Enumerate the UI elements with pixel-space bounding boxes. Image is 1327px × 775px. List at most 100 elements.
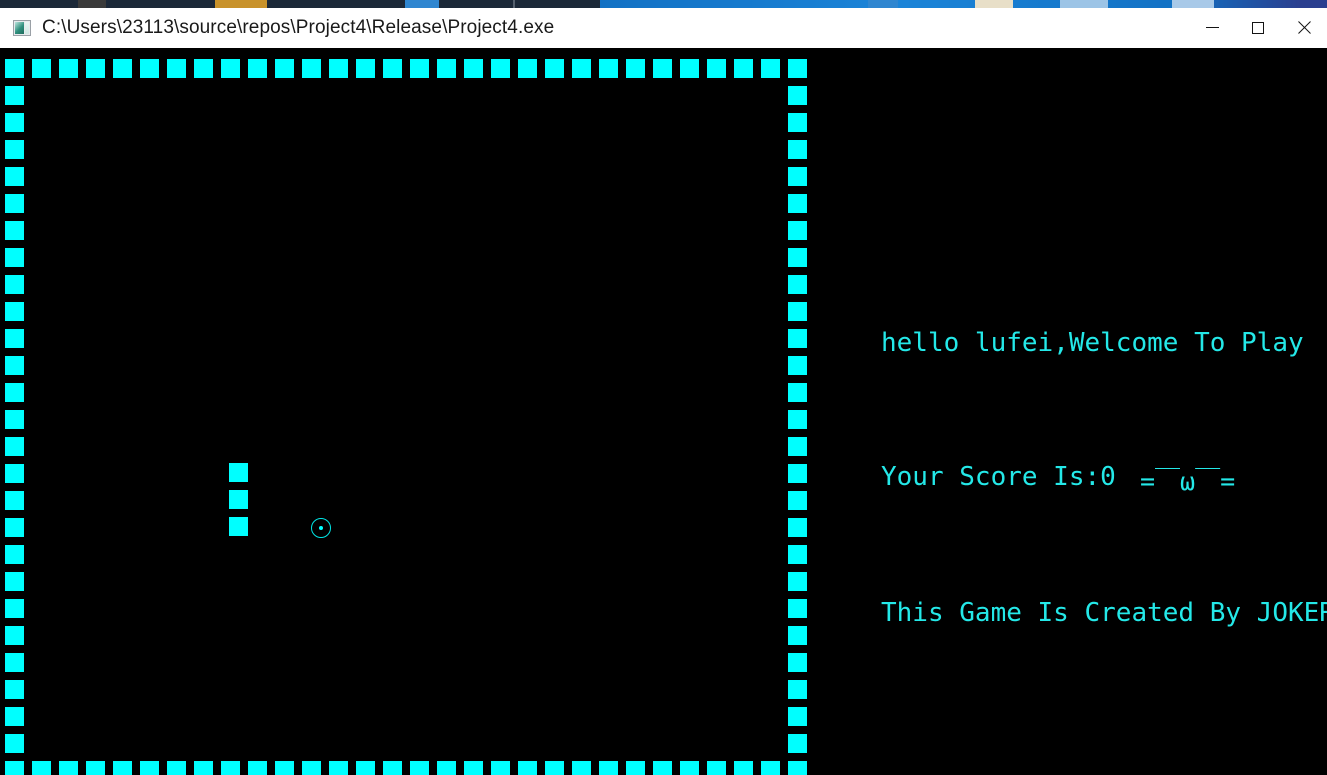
wall-block xyxy=(410,59,429,78)
close-icon xyxy=(1297,21,1311,35)
wall-block xyxy=(113,761,132,775)
wall-block xyxy=(140,761,159,775)
wall-block xyxy=(545,761,564,775)
wall-block xyxy=(788,194,807,213)
snake-segment xyxy=(229,463,248,482)
wall-block xyxy=(5,437,24,456)
wall-block xyxy=(788,599,807,618)
wall-block xyxy=(734,59,753,78)
wall-block xyxy=(5,86,24,105)
background-window-accent xyxy=(868,0,898,8)
console-app-icon xyxy=(13,19,31,36)
wall-block xyxy=(5,356,24,375)
kaomoji-face: =￣ω￣= xyxy=(1140,467,1236,496)
wall-block xyxy=(5,140,24,159)
wall-block xyxy=(410,761,429,775)
wall-block xyxy=(275,761,294,775)
wall-block xyxy=(140,59,159,78)
minimize-button[interactable] xyxy=(1189,8,1235,47)
wall-block xyxy=(194,59,213,78)
wall-block xyxy=(113,59,132,78)
wall-block xyxy=(788,221,807,240)
minimize-icon xyxy=(1205,27,1219,28)
wall-block xyxy=(680,59,699,78)
wall-block xyxy=(653,761,672,775)
wall-block xyxy=(5,59,24,78)
snake-segment xyxy=(229,490,248,509)
wall-block xyxy=(356,59,375,78)
wall-block xyxy=(5,329,24,348)
background-window-accent xyxy=(513,0,515,8)
window-title: C:\Users\23113\source\repos\Project4\Rel… xyxy=(42,16,555,38)
wall-block xyxy=(383,761,402,775)
maximize-icon xyxy=(1252,21,1264,34)
maximize-button[interactable] xyxy=(1235,8,1281,47)
wall-block xyxy=(788,464,807,483)
wall-block xyxy=(788,248,807,267)
wall-block xyxy=(5,221,24,240)
title-bar[interactable]: C:\Users\23113\source\repos\Project4\Rel… xyxy=(0,8,1327,48)
wall-block xyxy=(329,59,348,78)
wall-block xyxy=(788,707,807,726)
wall-block xyxy=(788,545,807,564)
wall-block xyxy=(302,59,321,78)
wall-block xyxy=(788,383,807,402)
wall-block xyxy=(5,167,24,186)
wall-block xyxy=(788,626,807,645)
wall-block xyxy=(788,86,807,105)
wall-block xyxy=(788,680,807,699)
wall-block xyxy=(248,761,267,775)
wall-block xyxy=(788,572,807,591)
wall-block xyxy=(788,329,807,348)
wall-block xyxy=(788,275,807,294)
wall-block xyxy=(680,761,699,775)
wall-block xyxy=(5,626,24,645)
game-canvas[interactable]: hello lufei,Welcome To Play Your Score I… xyxy=(0,48,1327,775)
wall-block xyxy=(788,734,807,753)
wall-block xyxy=(5,707,24,726)
wall-block xyxy=(545,59,564,78)
background-window-accent xyxy=(975,0,1013,8)
wall-block xyxy=(788,140,807,159)
wall-block xyxy=(788,302,807,321)
wall-block xyxy=(5,761,24,775)
wall-block xyxy=(518,59,537,78)
wall-block xyxy=(275,59,294,78)
wall-block xyxy=(59,59,78,78)
wall-block xyxy=(464,59,483,78)
wall-block xyxy=(788,437,807,456)
wall-block xyxy=(572,761,591,775)
wall-block xyxy=(761,761,780,775)
food-item xyxy=(311,518,331,538)
credit-message: This Game Is Created By JOKER xyxy=(881,598,1327,628)
wall-block xyxy=(707,761,726,775)
wall-block xyxy=(788,761,807,775)
wall-block xyxy=(167,59,186,78)
wall-block xyxy=(5,680,24,699)
close-button[interactable] xyxy=(1281,8,1327,47)
wall-block xyxy=(32,59,51,78)
wall-block xyxy=(734,761,753,775)
wall-block xyxy=(221,59,240,78)
wall-block xyxy=(356,761,375,775)
wall-block xyxy=(5,734,24,753)
application-root: C:\Users\23113\source\repos\Project4\Rel… xyxy=(0,0,1327,775)
wall-block xyxy=(5,599,24,618)
background-window-accent xyxy=(78,0,106,8)
snake-segment xyxy=(229,517,248,536)
wall-block xyxy=(5,275,24,294)
background-window-accent xyxy=(1060,0,1108,8)
welcome-message: hello lufei,Welcome To Play xyxy=(881,328,1304,358)
wall-block xyxy=(5,410,24,429)
wall-block xyxy=(491,59,510,78)
desktop-background-strip xyxy=(0,0,1327,8)
wall-block xyxy=(59,761,78,775)
wall-block xyxy=(5,653,24,672)
wall-block xyxy=(599,59,618,78)
background-window-accent xyxy=(405,0,439,8)
wall-block xyxy=(5,194,24,213)
window-controls xyxy=(1189,8,1327,47)
wall-block xyxy=(5,248,24,267)
wall-block xyxy=(329,761,348,775)
wall-block xyxy=(5,464,24,483)
